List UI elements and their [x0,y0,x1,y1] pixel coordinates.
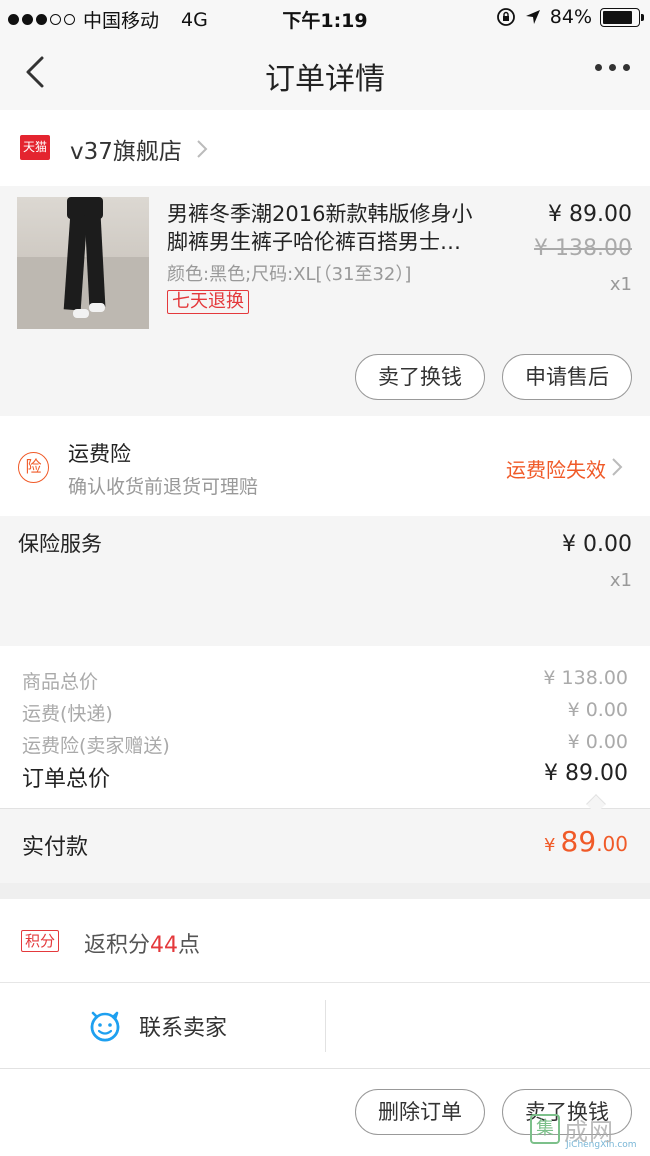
section-gap [0,883,650,899]
points-amount: 44 [150,933,179,958]
summary-row-shipping: 运费(快递) ¥ 0.00 [22,699,628,726]
store-name: v37旗舰店 [70,139,182,165]
points-text: 返积分44点 [84,927,200,959]
product-sku: 颜色:黑色;尺码:XL[（31至32）] [167,264,412,285]
insurance-title: 运费险 [68,442,131,466]
contact-seller-button[interactable]: 联系卖家 [139,1010,227,1042]
location-arrow-icon [525,10,540,24]
product-title-line1: 男裤冬季潮2016新款韩版修身小 [167,202,473,226]
page-title: 订单详情 [265,62,385,97]
summary-label: 运费险(卖家赠送) [22,735,170,757]
store-row[interactable]: 天猫 v37旗舰店 [0,110,650,186]
summary-label: 商品总价 [22,671,99,693]
site-watermark: 集 成网 JiChengXin.com [530,1112,646,1152]
service-quantity: x1 [609,570,632,591]
insurance-icon: 险 [18,452,49,483]
actual-payment-label: 实付款 [22,835,89,860]
service-title: 保险服务 [18,532,102,556]
chevron-right-icon [197,140,208,158]
summary-value: ¥ 0.00 [567,699,628,721]
points-prefix: 返积分 [84,933,151,958]
insurance-description: 确认收货前退货可理赔 [68,476,259,498]
chevron-right-icon [612,458,623,476]
vertical-divider [325,1000,326,1052]
product-title[interactable]: 男裤冬季潮2016新款韩版修身小 脚裤男生裤子哈伦裤百搭男士… [167,200,507,256]
insurance-status: 运费险失效 [506,458,606,482]
smiley-face-icon[interactable] [88,1008,122,1042]
product-quantity: x1 [609,274,632,295]
more-options-icon[interactable] [595,64,630,71]
summary-value: ¥ 0.00 [567,731,628,753]
navigation-bar: 订单详情 [0,36,650,110]
status-bar: 中国移动 4G 下午1:19 84% [0,0,650,36]
summary-row-order-total: 订单总价 ¥ 89.00 [22,761,628,793]
points-badge: 积分 [21,930,60,952]
battery-icon [600,7,644,27]
battery-percent: 84% [549,6,592,28]
actual-payment-row: 实付款 ¥ 89.00 [0,809,650,883]
delete-order-button[interactable]: 删除订单 [355,1089,485,1135]
product-item[interactable]: 男裤冬季潮2016新款韩版修身小 脚裤男生裤子哈伦裤百搭男士… 颜色:黑色;尺码… [0,186,650,416]
apply-after-sales-button[interactable]: 申请售后 [502,354,632,400]
summary-label: 运费(快递) [22,703,113,725]
summary-row-goods-total: 商品总价 ¥ 138.00 [22,667,628,694]
product-price: ¥ 89.00 [548,202,632,227]
order-total-label: 订单总价 [22,767,111,792]
points-reward-row: 积分 返积分44点 [0,899,650,983]
summary-row-shipping-insurance: 运费险(卖家赠送) ¥ 0.00 [22,731,628,758]
payment-integer: 89 [560,825,597,858]
product-image[interactable] [17,197,149,329]
original-price: ¥ 138.00 [534,236,632,261]
order-summary: 商品总价 ¥ 138.00 运费(快递) ¥ 0.00 运费险(卖家赠送) ¥ … [0,646,650,808]
actual-payment-value: ¥ 89.00 [544,825,628,858]
contact-bar: 联系卖家 [0,984,650,1068]
return-policy-badge: 七天退换 [167,290,249,314]
sell-for-cash-button[interactable]: 卖了换钱 [355,354,485,400]
payment-currency: ¥ [544,835,556,856]
order-total-value: ¥ 89.00 [544,761,628,786]
service-price: ¥ 0.00 [562,532,632,557]
rotation-lock-icon [496,8,515,26]
summary-value: ¥ 138.00 [543,667,628,689]
payment-decimal: .00 [596,832,628,856]
product-title-line2: 脚裤男生裤子哈伦裤百搭男士… [167,230,461,254]
watermark-logo-icon: 集 [530,1114,560,1144]
watermark-domain: JiChengXin.com [566,1140,637,1150]
tmall-logo-icon: 天猫 [20,135,50,160]
insurance-service-item: 保险服务 ¥ 0.00 x1 [0,516,650,646]
points-suffix: 点 [178,933,201,958]
shipping-insurance-row[interactable]: 险 运费险 确认收货前退货可理赔 运费险失效 [0,416,650,516]
